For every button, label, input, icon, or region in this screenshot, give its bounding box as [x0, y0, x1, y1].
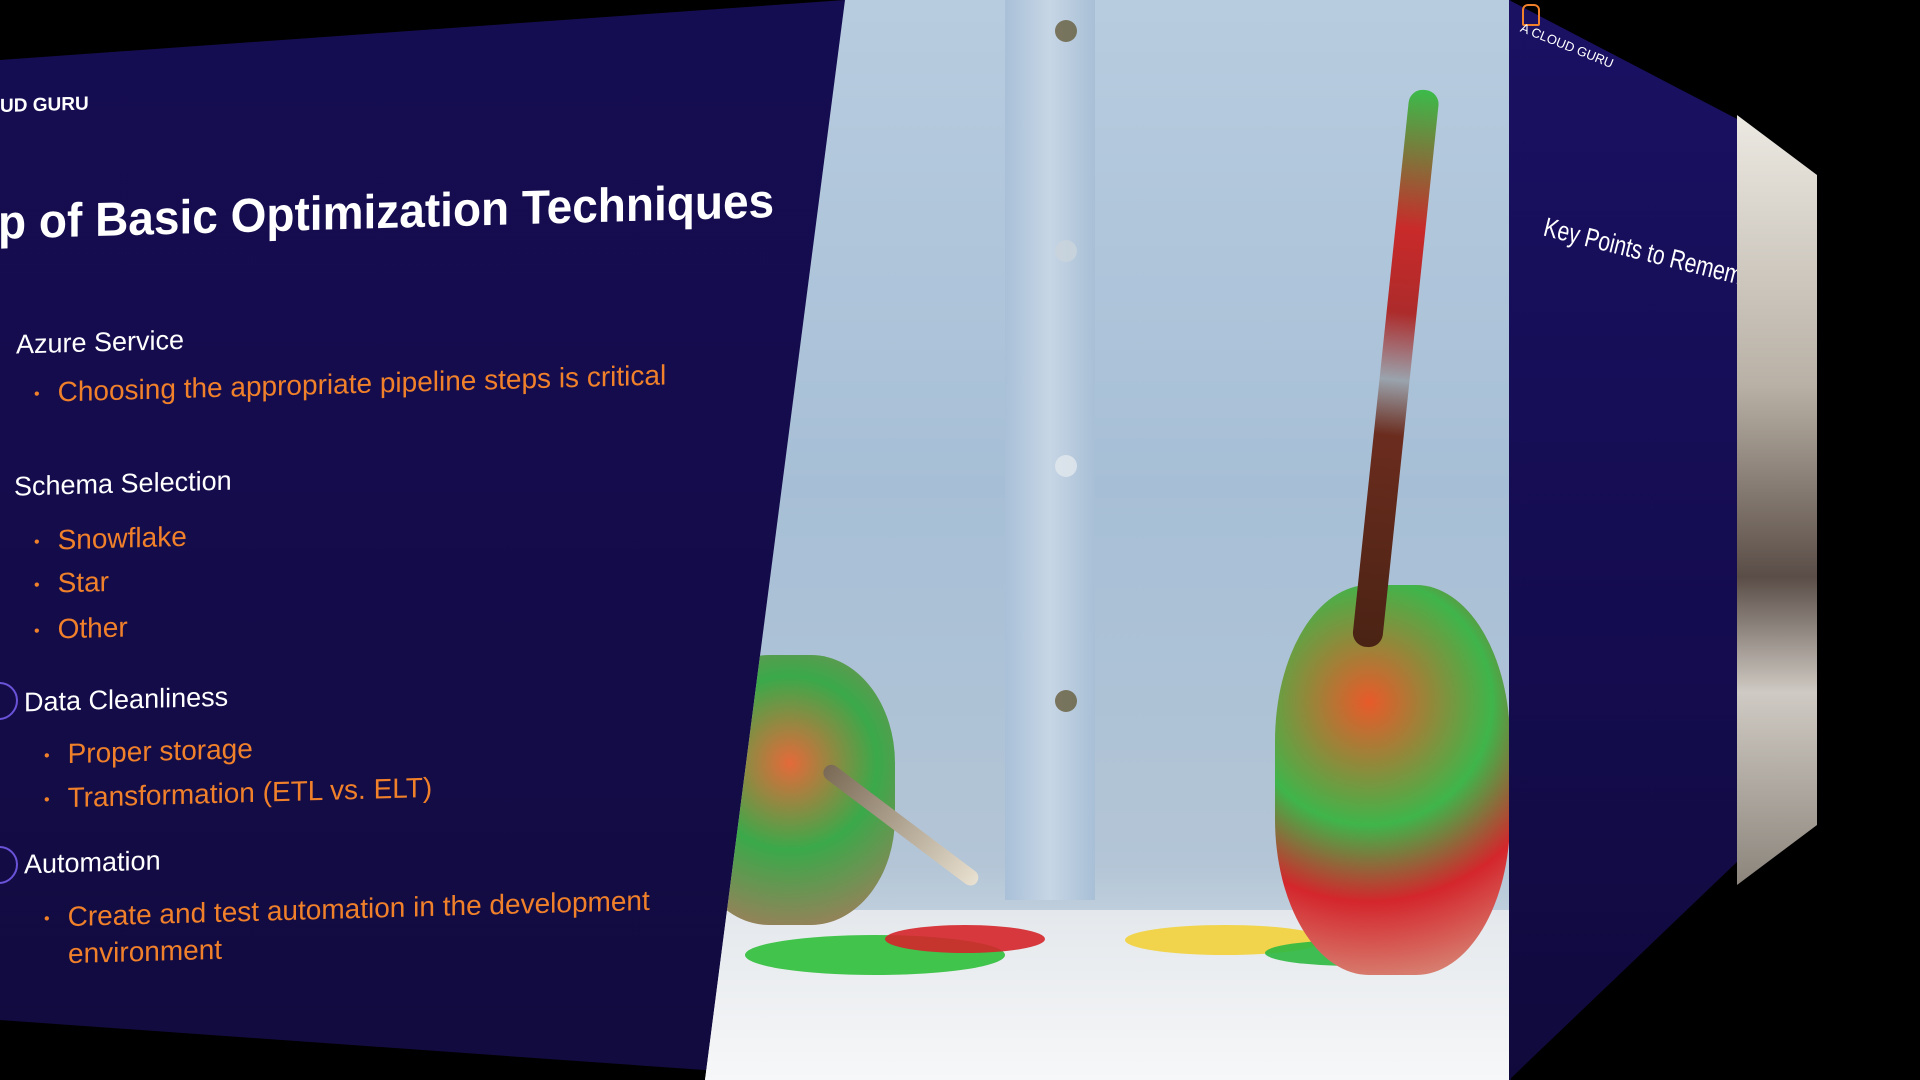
- bullet-text-continuation: environment: [68, 933, 223, 970]
- painted-fist: [1275, 585, 1510, 975]
- slide-brand-logo: UD GURU: [0, 93, 89, 117]
- bullet-text: Choosing the appropriate pipeline steps …: [57, 359, 667, 408]
- bullet-text: Other: [57, 611, 128, 645]
- shirt-button: [1055, 690, 1077, 712]
- bullet-item: • Choosing the appropriate pipeline steps…: [34, 359, 666, 409]
- shirt-button: [1055, 455, 1077, 477]
- bullet-dot: •: [44, 747, 50, 765]
- bullet-text: Transformation (ETL vs. ELT): [67, 771, 433, 814]
- paint-brush: [1351, 88, 1440, 649]
- section-marker-icon: [0, 681, 18, 721]
- section-heading-azure-service: Azure Service: [16, 324, 185, 360]
- bullet-dot: •: [44, 791, 50, 809]
- bullet-dot: •: [34, 622, 40, 640]
- left-slide-panel: UD GURU p of Basic Optimization Techniqu…: [0, 0, 845, 1080]
- bullet-dot: •: [44, 910, 50, 928]
- section-marker-icon: [0, 845, 18, 885]
- shirt-placket: [1005, 0, 1095, 900]
- left-slide-content: UD GURU p of Basic Optimization Techniqu…: [0, 0, 845, 1080]
- bullet-text: Star: [57, 565, 109, 599]
- bullet-dot: •: [34, 576, 40, 594]
- bullet-dot: •: [34, 385, 40, 403]
- paint-brush-hands-photo: [705, 0, 1510, 1080]
- bullet-text: Proper storage: [67, 732, 253, 770]
- bullet-item: • Star: [34, 566, 109, 600]
- right-slide-panel: [1509, 0, 1739, 1080]
- section-heading-automation: Automation: [24, 845, 161, 880]
- bullet-item: • Snowflake: [34, 521, 187, 557]
- bullet-item: • Other: [34, 611, 128, 646]
- shirt-button: [1055, 20, 1077, 42]
- slide-title: p of Basic Optimization Techniques: [0, 173, 775, 250]
- shirt-button: [1055, 240, 1077, 262]
- bullet-item: • Transformation (ETL vs. ELT): [44, 772, 432, 815]
- bullet-text: Create and test automation in the develo…: [67, 884, 650, 933]
- paint-splat: [885, 925, 1045, 953]
- section-heading-schema-selection: Schema Selection: [14, 465, 232, 502]
- section-heading-data-cleanliness: Data Cleanliness: [24, 681, 229, 718]
- bullet-item: • Proper storage: [44, 733, 253, 771]
- bullet-text: Snowflake: [57, 520, 187, 556]
- bullet-dot: •: [34, 533, 40, 551]
- bullet-item: • Create and test automation in the devel…: [44, 885, 650, 934]
- far-right-photo-panel: [1737, 115, 1817, 885]
